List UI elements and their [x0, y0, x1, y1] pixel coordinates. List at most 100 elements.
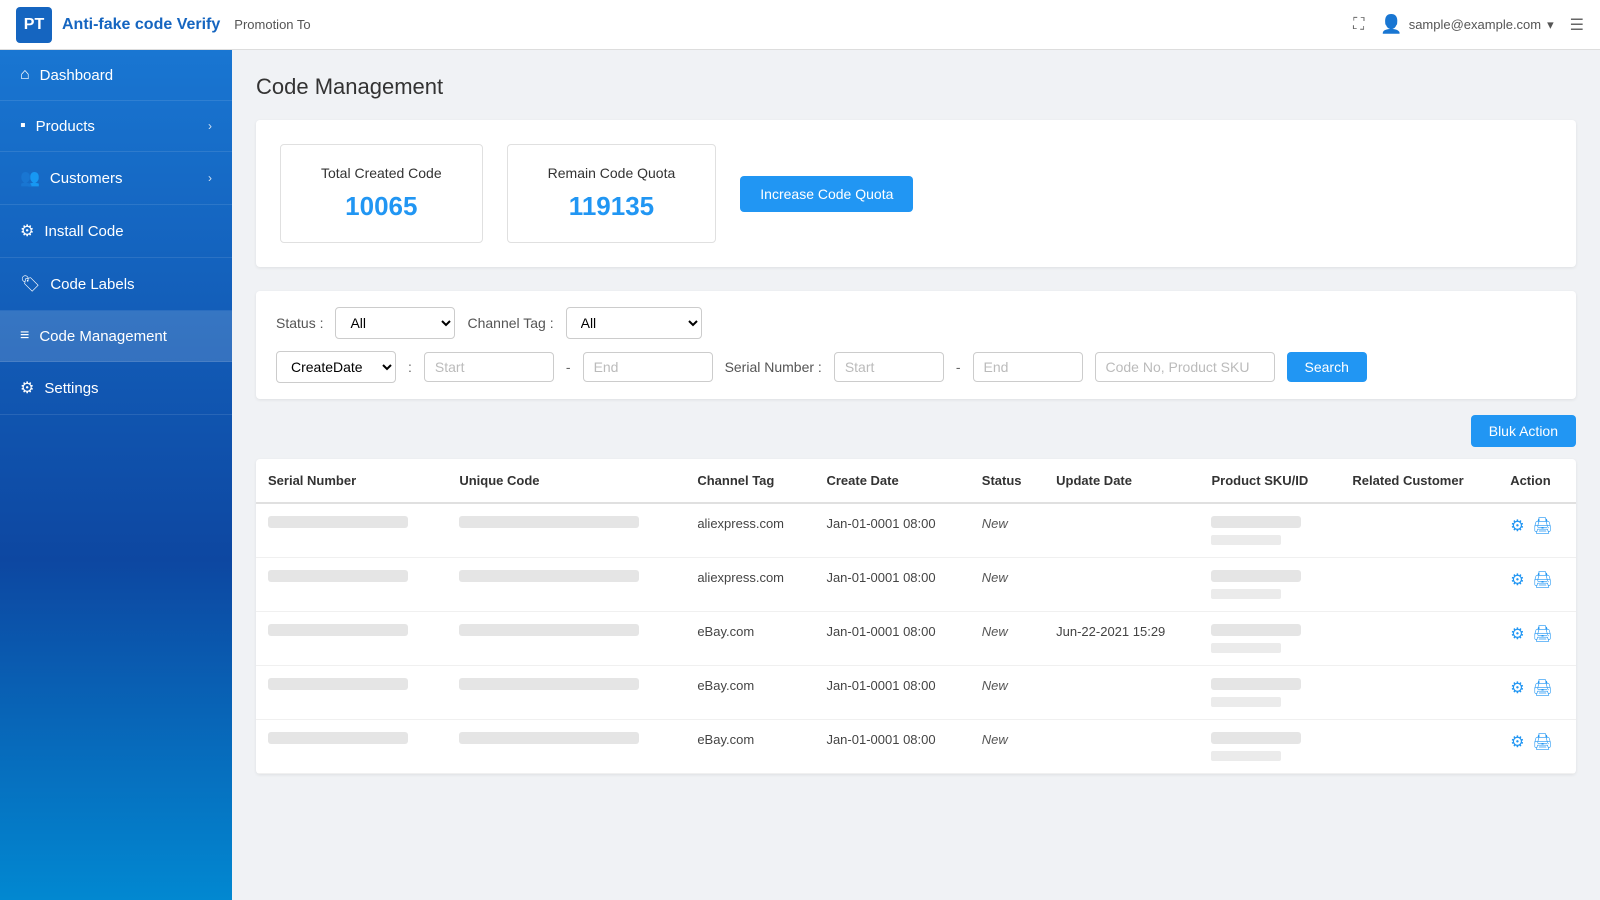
filter-section: Status : All New Used Channel Tag : All … — [256, 291, 1576, 399]
remain-quota-card: Remain Code Quota 119135 — [507, 144, 717, 243]
print-action-icon[interactable]: 🖨 — [1533, 732, 1553, 752]
sidebar-item-label-code-management: Code Management — [39, 328, 167, 345]
stats-section: Total Created Code 10065 Remain Code Quo… — [256, 120, 1576, 267]
cell-related-customer — [1340, 720, 1498, 774]
layout: ⌂ Dashboard ▪ Products › 👥 Customers › ⚙… — [0, 50, 1600, 900]
cell-action: ⚙ 🖨 — [1498, 503, 1576, 558]
sidebar: ⌂ Dashboard ▪ Products › 👥 Customers › ⚙… — [0, 50, 232, 900]
settings-action-icon[interactable]: ⚙ — [1510, 570, 1524, 590]
settings-action-icon[interactable]: ⚙ — [1510, 624, 1524, 644]
cell-channel-tag: eBay.com — [685, 612, 814, 666]
cell-serial-number — [256, 720, 447, 774]
col-status: Status — [970, 459, 1044, 503]
date-end-input[interactable] — [583, 352, 713, 382]
table-header-row: Serial Number Unique Code Channel Tag Cr… — [256, 459, 1576, 503]
cell-channel-tag: eBay.com — [685, 666, 814, 720]
print-action-icon[interactable]: 🖨 — [1533, 516, 1553, 536]
cell-serial-number — [256, 558, 447, 612]
cell-channel-tag: aliexpress.com — [685, 503, 814, 558]
cell-product-sku — [1199, 720, 1340, 774]
cell-related-customer — [1340, 666, 1498, 720]
settings-action-icon[interactable]: ⚙ — [1510, 732, 1524, 752]
logo-box: PT — [16, 7, 52, 43]
bulk-action-button[interactable]: Bluk Action — [1471, 415, 1576, 447]
sidebar-item-label-install-code: Install Code — [44, 223, 123, 240]
app-title: Anti-fake code Verify — [62, 16, 220, 34]
cell-unique-code — [447, 558, 685, 612]
sidebar-item-install-code[interactable]: ⚙ Install Code — [0, 205, 232, 258]
fullscreen-icon[interactable]: ⛶ — [1353, 16, 1364, 34]
bulk-row: Bluk Action — [256, 415, 1576, 447]
sidebar-item-code-management[interactable]: ≡ Code Management — [0, 311, 232, 362]
sidebar-item-products[interactable]: ▪ Products › — [0, 101, 232, 152]
cell-update-date: Jun-22-2021 15:29 — [1044, 612, 1199, 666]
search-button[interactable]: Search — [1287, 352, 1367, 382]
cell-unique-code — [447, 666, 685, 720]
table-row: aliexpress.comJan-01-0001 08:00New ⚙ 🖨 — [256, 558, 1576, 612]
total-created-value: 10065 — [321, 191, 442, 222]
total-created-label: Total Created Code — [321, 165, 442, 181]
print-action-icon[interactable]: 🖨 — [1533, 570, 1553, 590]
serial-end-input[interactable] — [973, 352, 1083, 382]
date-dash: - — [566, 359, 571, 375]
table-row: aliexpress.comJan-01-0001 08:00New ⚙ 🖨 — [256, 503, 1576, 558]
cell-product-sku — [1199, 503, 1340, 558]
remain-quota-value: 119135 — [548, 191, 676, 222]
status-label: Status : — [276, 315, 323, 331]
customers-arrow: › — [208, 171, 212, 185]
code-search-input[interactable] — [1095, 352, 1275, 382]
cell-serial-number — [256, 503, 447, 558]
sidebar-item-dashboard[interactable]: ⌂ Dashboard — [0, 50, 232, 101]
cell-related-customer — [1340, 558, 1498, 612]
cell-create-date: Jan-01-0001 08:00 — [814, 558, 969, 612]
dashboard-icon: ⌂ — [20, 66, 30, 84]
app-header: PT Anti-fake code Verify Promotion To ⛶ … — [0, 0, 1600, 50]
logo: PT Anti-fake code Verify Promotion To — [16, 7, 311, 43]
user-menu[interactable]: 👤 sample@example.com ▾ — [1380, 14, 1553, 35]
sidebar-item-settings[interactable]: ⚙ Settings — [0, 362, 232, 415]
print-action-icon[interactable]: 🖨 — [1533, 624, 1553, 644]
channel-select[interactable]: All aliexpress.com eBay.com — [566, 307, 702, 339]
sidebar-item-customers[interactable]: 👥 Customers › — [0, 152, 232, 205]
cell-create-date: Jan-01-0001 08:00 — [814, 612, 969, 666]
code-labels-icon: 🏷 — [20, 274, 40, 294]
cell-status: New — [970, 612, 1044, 666]
settings-icon: ⚙ — [20, 378, 34, 398]
cell-status: New — [970, 720, 1044, 774]
print-action-icon[interactable]: 🖨 — [1533, 678, 1553, 698]
date-type-select[interactable]: CreateDate UpdateDate — [276, 351, 396, 383]
cell-unique-code — [447, 503, 685, 558]
increase-code-quota-button[interactable]: Increase Code Quota — [740, 176, 913, 212]
user-email: sample@example.com — [1409, 17, 1541, 32]
cell-related-customer — [1340, 612, 1498, 666]
customers-icon: 👥 — [20, 168, 40, 188]
cell-update-date — [1044, 720, 1199, 774]
codes-table: Serial Number Unique Code Channel Tag Cr… — [256, 459, 1576, 774]
cell-action: ⚙ 🖨 — [1498, 558, 1576, 612]
cell-unique-code — [447, 720, 685, 774]
serial-label: Serial Number : — [725, 359, 822, 375]
cell-channel-tag: aliexpress.com — [685, 558, 814, 612]
cell-unique-code — [447, 612, 685, 666]
code-management-icon: ≡ — [20, 327, 29, 345]
status-select[interactable]: All New Used — [335, 307, 455, 339]
col-product-sku: Product SKU/ID — [1199, 459, 1340, 503]
hamburger-icon[interactable]: ☰ — [1570, 15, 1584, 35]
date-colon: : — [408, 359, 412, 375]
cell-product-sku — [1199, 666, 1340, 720]
user-dropdown-arrow: ▾ — [1547, 17, 1554, 33]
table-section: Serial Number Unique Code Channel Tag Cr… — [256, 459, 1576, 774]
remain-quota-label: Remain Code Quota — [548, 165, 676, 181]
cell-create-date: Jan-01-0001 08:00 — [814, 720, 969, 774]
filter-row-1: Status : All New Used Channel Tag : All … — [276, 307, 1556, 339]
serial-start-input[interactable] — [834, 352, 944, 382]
cell-action: ⚙ 🖨 — [1498, 666, 1576, 720]
app-subtitle: Promotion To — [234, 17, 310, 32]
col-action: Action — [1498, 459, 1576, 503]
settings-action-icon[interactable]: ⚙ — [1510, 678, 1524, 698]
date-start-input[interactable] — [424, 352, 554, 382]
sidebar-item-code-labels[interactable]: 🏷 Code Labels — [0, 258, 232, 311]
settings-action-icon[interactable]: ⚙ — [1510, 516, 1524, 536]
cell-status: New — [970, 503, 1044, 558]
cell-update-date — [1044, 666, 1199, 720]
